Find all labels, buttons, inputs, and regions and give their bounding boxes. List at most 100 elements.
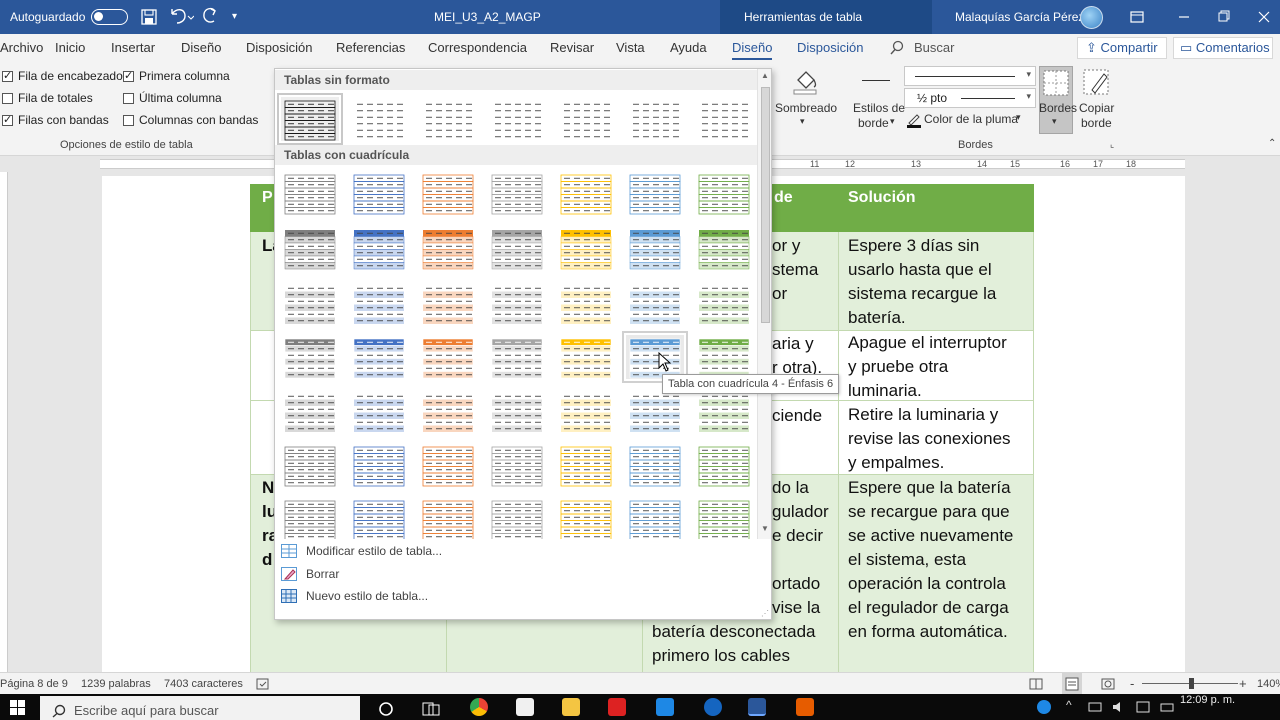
search-icon[interactable] xyxy=(890,34,904,62)
table-style-option[interactable] xyxy=(488,171,546,215)
table-style-option[interactable] xyxy=(557,226,615,270)
taskbar-search-input[interactable]: Escribe aquí para buscar xyxy=(40,696,360,720)
char-count[interactable]: 7403 caracteres xyxy=(164,673,243,695)
web-layout-icon[interactable] xyxy=(1101,673,1115,695)
table-style-option[interactable] xyxy=(488,281,546,325)
table-style-option[interactable] xyxy=(557,497,615,541)
table-style-option[interactable] xyxy=(557,171,615,215)
table-style-option[interactable] xyxy=(488,226,546,270)
table-style-option[interactable] xyxy=(695,497,753,541)
table-style-option[interactable] xyxy=(626,226,684,270)
print-layout-icon[interactable] xyxy=(1062,673,1082,695)
table-style-option[interactable] xyxy=(281,171,339,215)
table-style-option[interactable] xyxy=(281,281,339,325)
table-style-option[interactable] xyxy=(281,226,339,270)
keyboard-icon[interactable] xyxy=(1160,700,1174,717)
cortana-icon[interactable] xyxy=(378,701,394,720)
table-style-option[interactable] xyxy=(557,335,615,379)
dialog-launcher-icon[interactable]: ⌞ xyxy=(1110,139,1114,150)
tab-revisar[interactable]: Revisar xyxy=(550,34,594,62)
tab-referencias[interactable]: Referencias xyxy=(336,34,405,62)
table-style-option[interactable] xyxy=(488,335,546,379)
table-style-option[interactable] xyxy=(419,226,477,270)
table-style-option[interactable] xyxy=(350,497,408,541)
copy-border-icon[interactable] xyxy=(1082,68,1110,99)
tab-vista[interactable]: Vista xyxy=(616,34,645,62)
table-style-option[interactable] xyxy=(281,497,339,541)
table-style-option[interactable] xyxy=(419,335,477,379)
mail-icon[interactable] xyxy=(656,698,674,716)
user-name[interactable]: Malaquías García Pérez xyxy=(955,0,1084,34)
table-style-option[interactable] xyxy=(419,97,477,141)
table-style-option[interactable] xyxy=(557,281,615,325)
zoom-in-button[interactable]: + xyxy=(1239,673,1247,695)
notification-icon[interactable] xyxy=(1136,700,1150,717)
scroll-down-icon[interactable]: ▼ xyxy=(761,524,769,533)
comments-button[interactable]: ▭ Comentarios xyxy=(1173,37,1273,59)
zoom-slider-thumb[interactable] xyxy=(1189,678,1194,689)
table-style-option[interactable] xyxy=(350,335,408,379)
tab-correspondencia[interactable]: Correspondencia xyxy=(428,34,527,62)
tab-ayuda[interactable]: Ayuda xyxy=(670,34,707,62)
table-style-option[interactable] xyxy=(626,281,684,325)
zoom-out-button[interactable]: - xyxy=(1130,673,1134,695)
table-style-option[interactable] xyxy=(557,97,615,141)
chrome-icon[interactable] xyxy=(470,698,488,716)
table-style-option[interactable] xyxy=(488,97,546,141)
store-icon[interactable] xyxy=(516,698,534,716)
share-button[interactable]: ⇪ Compartir xyxy=(1077,37,1167,59)
line-style-select[interactable]: ▾ xyxy=(904,66,1036,86)
page-count[interactable]: Página 8 de 9 xyxy=(0,673,68,695)
table-style-option[interactable] xyxy=(695,281,753,325)
table-style-option[interactable] xyxy=(281,389,339,433)
save-icon[interactable] xyxy=(140,0,158,34)
table-style-option[interactable] xyxy=(419,389,477,433)
volume-icon[interactable] xyxy=(1112,700,1126,717)
tab-disposicion[interactable]: Disposición xyxy=(246,34,312,62)
netflix-icon[interactable] xyxy=(608,698,626,716)
table-style-option[interactable] xyxy=(557,389,615,433)
border-styles-dropdown-icon[interactable]: ▾ xyxy=(890,116,895,127)
table-style-option[interactable] xyxy=(419,443,477,487)
table-style-option[interactable] xyxy=(695,97,753,141)
pen-color-label[interactable]: Color de la pluma xyxy=(924,112,1018,126)
scroll-thumb[interactable] xyxy=(761,87,770,323)
pen-color-icon[interactable] xyxy=(906,112,922,131)
table-style-option[interactable] xyxy=(277,93,343,145)
table-style-option[interactable] xyxy=(350,226,408,270)
table-style-option[interactable] xyxy=(350,97,408,141)
ribbon-display-icon[interactable] xyxy=(1130,0,1144,34)
resize-grip-icon[interactable]: ⋰ xyxy=(761,609,769,618)
tab-diseno[interactable]: Diseño xyxy=(181,34,221,62)
table-style-option[interactable] xyxy=(626,497,684,541)
redo-icon[interactable] xyxy=(200,0,220,34)
tab-inicio[interactable]: Inicio xyxy=(55,34,85,62)
read-mode-icon[interactable] xyxy=(1029,673,1043,695)
close-icon[interactable] xyxy=(1258,0,1270,34)
tab-table-layout[interactable]: Disposición xyxy=(797,34,863,62)
table-style-option[interactable] xyxy=(626,443,684,487)
gallery-scrollbar[interactable]: ▲ ▼ xyxy=(757,69,771,539)
new-table-style-item[interactable]: Nuevo estilo de tabla... xyxy=(279,585,739,607)
table-style-option[interactable] xyxy=(626,171,684,215)
table-style-option[interactable] xyxy=(695,335,753,379)
shading-icon[interactable] xyxy=(790,66,820,99)
table-style-option[interactable] xyxy=(488,443,546,487)
word-icon[interactable] xyxy=(748,698,766,716)
table-style-option[interactable] xyxy=(350,389,408,433)
restore-icon[interactable] xyxy=(1218,0,1230,34)
header-row-checkbox[interactable]: Fila de encabezado xyxy=(2,69,123,83)
first-column-checkbox[interactable]: Primera columna xyxy=(123,69,230,83)
border-styles-icon[interactable] xyxy=(862,80,890,81)
table-style-option[interactable] xyxy=(281,335,339,379)
tab-archivo[interactable]: Archivo xyxy=(0,34,43,62)
table-style-option[interactable] xyxy=(695,226,753,270)
table-style-option[interactable] xyxy=(626,97,684,141)
table-style-option[interactable] xyxy=(488,389,546,433)
table-style-option[interactable] xyxy=(419,497,477,541)
task-view-icon[interactable] xyxy=(422,701,440,720)
last-column-checkbox[interactable]: Última columna xyxy=(123,91,222,105)
banded-columns-checkbox[interactable]: Columnas con bandas xyxy=(123,113,258,127)
total-row-checkbox[interactable]: Fila de totales xyxy=(2,91,93,105)
customize-qat-icon[interactable]: ▾ xyxy=(232,0,237,34)
